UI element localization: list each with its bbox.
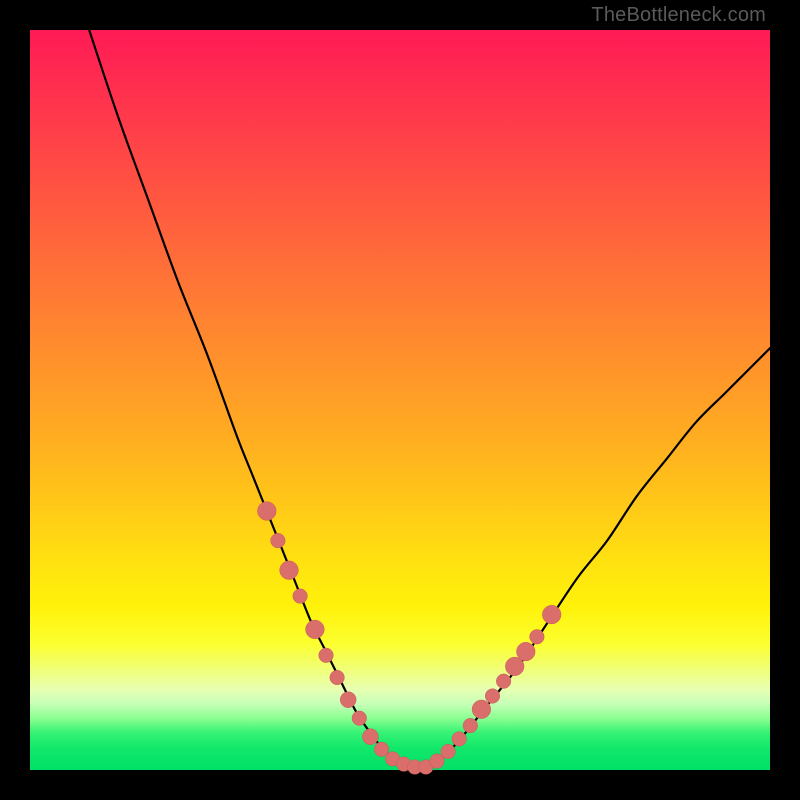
bottleneck-curve [89, 30, 770, 768]
curve-marker [485, 689, 500, 704]
curve-marker [352, 711, 367, 726]
curve-marker [280, 561, 299, 580]
curve-marker [258, 502, 277, 521]
watermark-text: TheBottleneck.com [591, 4, 766, 27]
curve-marker [530, 630, 545, 645]
chart-frame: TheBottleneck.com [0, 0, 800, 800]
curve-marker [306, 620, 325, 639]
curve-marker [463, 718, 478, 733]
curve-marker [472, 700, 491, 719]
curve-marker [452, 732, 467, 747]
curve-marker [517, 642, 536, 661]
chart-svg [30, 30, 770, 770]
plot-area [30, 30, 770, 770]
curve-marker [496, 674, 511, 689]
curve-marker [542, 605, 561, 624]
curve-marker [319, 648, 334, 663]
curve-marker [340, 692, 356, 708]
curve-marker [293, 589, 308, 604]
curve-marker [271, 533, 286, 548]
curve-marker [330, 670, 345, 685]
curve-markers [258, 502, 562, 775]
curve-marker [441, 744, 456, 759]
curve-marker [362, 729, 378, 745]
